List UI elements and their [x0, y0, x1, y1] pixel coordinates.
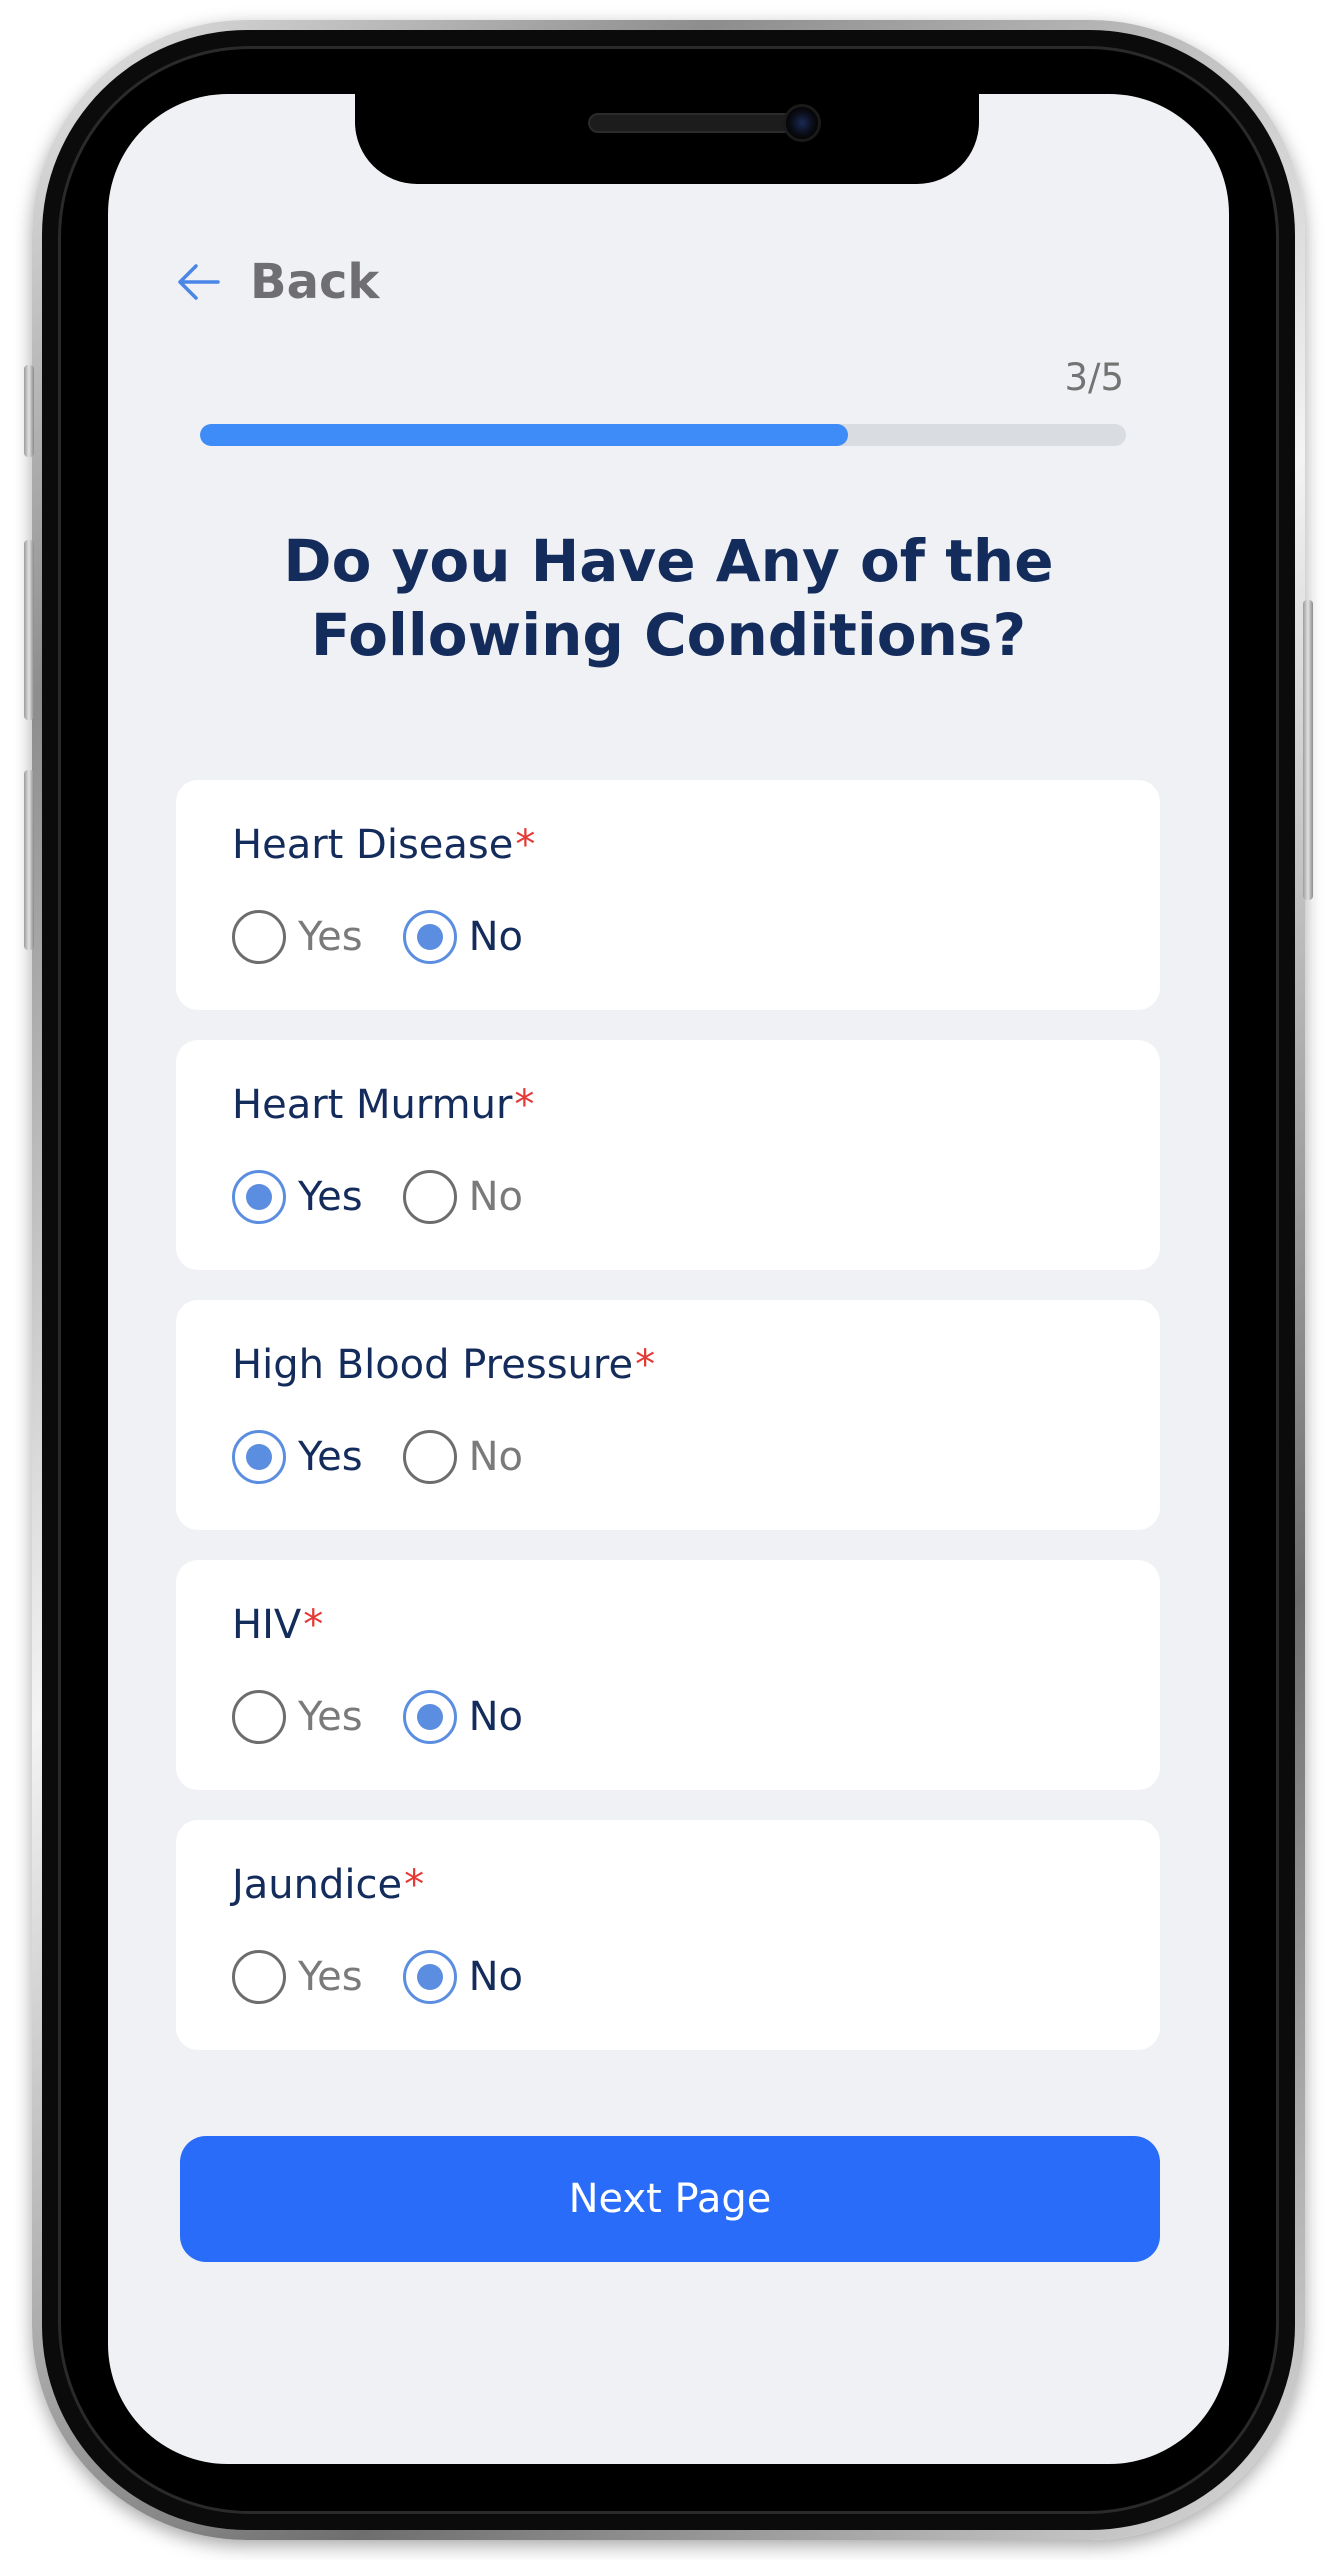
notch: [355, 94, 979, 184]
mute-switch: [24, 365, 34, 457]
yes-label: Yes: [298, 1174, 363, 1220]
no-option[interactable]: No: [402, 1170, 523, 1224]
question-label: HIV*: [232, 1602, 323, 1648]
question-card: High Blood Pressure* Yes No: [176, 1300, 1160, 1530]
required-asterisk: *: [404, 1862, 425, 1908]
yes-label: Yes: [298, 1434, 363, 1480]
radio-group: Yes No: [232, 910, 563, 964]
app-screen: Back 3/5 Do you Have Any of the Followin…: [108, 94, 1229, 2464]
question-card: Heart Disease* Yes No: [176, 780, 1160, 1010]
no-label: No: [468, 914, 523, 960]
radio-group: Yes No: [232, 1950, 563, 2004]
progress-bar: [200, 424, 1126, 446]
question-text: High Blood Pressure: [232, 1342, 634, 1388]
radio-button-yes[interactable]: [232, 1170, 286, 1224]
radio-button-yes[interactable]: [232, 1430, 286, 1484]
required-asterisk: *: [303, 1602, 324, 1648]
required-asterisk: *: [515, 822, 536, 868]
no-option[interactable]: No: [402, 1690, 523, 1744]
radio-button-yes[interactable]: [232, 1950, 286, 2004]
yes-option[interactable]: Yes: [232, 1690, 363, 1744]
yes-option[interactable]: Yes: [232, 1170, 363, 1224]
volume-down-button: [24, 770, 34, 950]
back-label: Back: [250, 254, 380, 310]
volume-up-button: [24, 540, 34, 720]
progress-fill: [200, 424, 849, 446]
next-page-button[interactable]: Next Page: [180, 2136, 1160, 2262]
no-label: No: [468, 1434, 523, 1480]
yes-label: Yes: [298, 1694, 363, 1740]
back-button[interactable]: Back: [176, 252, 379, 312]
radio-button-no[interactable]: [402, 1690, 457, 1744]
front-camera-icon: [783, 104, 821, 142]
question-label: Jaundice*: [232, 1862, 424, 1908]
question-card: Jaundice* Yes No: [176, 1820, 1160, 2050]
yes-label: Yes: [298, 914, 363, 960]
question-label: Heart Murmur*: [232, 1082, 534, 1128]
question-text: Heart Murmur: [232, 1082, 513, 1128]
radio-button-yes[interactable]: [232, 1690, 286, 1744]
radio-button-no[interactable]: [402, 1950, 457, 2004]
no-option[interactable]: No: [402, 1950, 523, 2004]
progress-count: 3/5: [1064, 356, 1124, 399]
power-button: [1303, 600, 1313, 900]
no-label: No: [468, 1174, 523, 1220]
radio-group: Yes No: [232, 1170, 563, 1224]
speaker-grille: [588, 113, 794, 133]
page-title-line-1: Do you Have Any of the: [283, 527, 1054, 595]
no-label: No: [468, 1694, 523, 1740]
page-title-line-2: Following Conditions?: [310, 601, 1027, 669]
required-asterisk: *: [514, 1082, 535, 1128]
yes-option[interactable]: Yes: [232, 1950, 363, 2004]
yes-option[interactable]: Yes: [232, 1430, 363, 1484]
arrow-left-icon: [178, 264, 220, 300]
question-card: HIV* Yes No: [176, 1560, 1160, 1790]
question-card: Heart Murmur* Yes No: [176, 1040, 1160, 1270]
radio-button-yes[interactable]: [232, 910, 286, 964]
radio-group: Yes No: [232, 1430, 563, 1484]
radio-group: Yes No: [232, 1690, 563, 1744]
yes-option[interactable]: Yes: [232, 910, 363, 964]
question-text: Heart Disease: [232, 822, 514, 868]
yes-label: Yes: [298, 1954, 363, 2000]
no-label: No: [468, 1954, 523, 2000]
page-title: Do you Have Any of the Following Conditi…: [168, 524, 1169, 672]
radio-button-no[interactable]: [402, 910, 457, 964]
question-list: Heart Disease* Yes No Heart Murmur* Yes: [176, 780, 1160, 2080]
question-label: Heart Disease*: [232, 822, 535, 868]
radio-button-no[interactable]: [402, 1430, 457, 1484]
question-text: HIV: [232, 1602, 302, 1648]
radio-button-no[interactable]: [402, 1170, 457, 1224]
required-asterisk: *: [635, 1342, 656, 1388]
no-option[interactable]: No: [402, 910, 523, 964]
no-option[interactable]: No: [402, 1430, 523, 1484]
question-label: High Blood Pressure*: [232, 1342, 655, 1388]
question-text: Jaundice: [232, 1862, 403, 1908]
